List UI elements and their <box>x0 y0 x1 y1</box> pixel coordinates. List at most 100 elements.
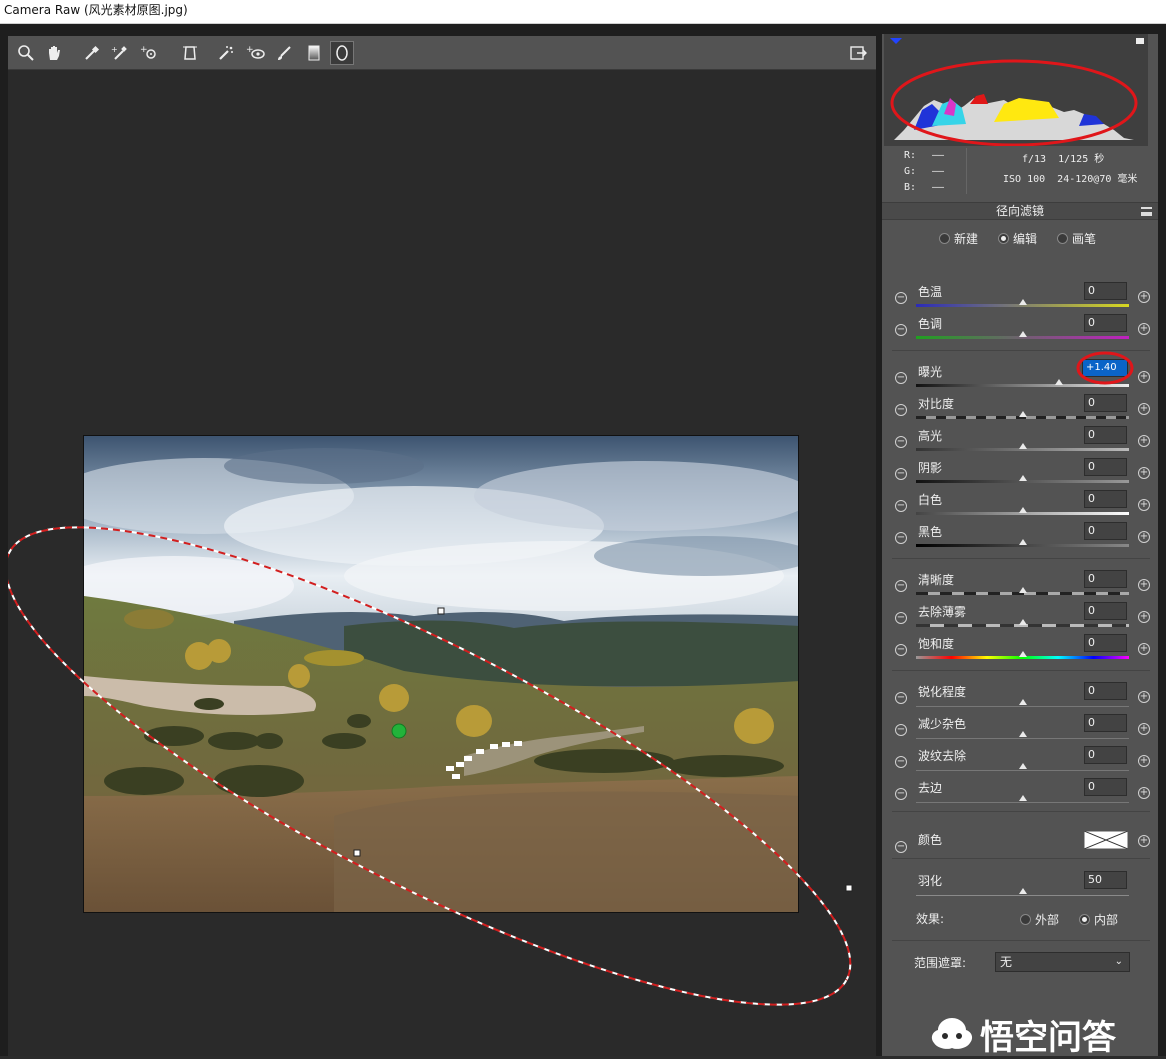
slider-label: 白色 <box>918 493 943 507</box>
increase-icon[interactable]: + <box>1138 499 1150 511</box>
mode-brush-label: 画笔 <box>1072 232 1097 246</box>
slider-label: 高光 <box>918 429 943 443</box>
increase-icon[interactable]: + <box>1138 531 1150 543</box>
slider-thumb[interactable] <box>1018 731 1027 737</box>
slider-thumb[interactable] <box>1018 651 1027 657</box>
increase-icon[interactable]: + <box>1138 691 1150 703</box>
decrease-icon[interactable]: − <box>895 404 907 416</box>
slider-row: − 白色 0 + <box>882 490 1158 520</box>
decrease-icon[interactable]: − <box>895 724 907 736</box>
color-swatch[interactable] <box>1084 831 1128 849</box>
slider-thumb[interactable] <box>1018 507 1027 513</box>
slider-value[interactable]: 0 <box>1084 682 1127 700</box>
slider-thumb[interactable] <box>1018 299 1027 305</box>
mode-edit[interactable]: 编辑 <box>998 230 1037 247</box>
increase-icon[interactable]: + <box>1138 291 1150 303</box>
effect-outside-radio[interactable] <box>1020 914 1031 925</box>
increase-icon[interactable]: + <box>1138 611 1150 623</box>
decrease-icon[interactable]: − <box>895 580 907 592</box>
range-mask-select[interactable]: 无 ⌄ <box>995 952 1130 972</box>
effect-inside-radio[interactable] <box>1079 914 1090 925</box>
slider-value[interactable]: 0 <box>1084 714 1127 732</box>
decrease-icon[interactable]: − <box>895 324 907 336</box>
increase-icon[interactable]: + <box>1138 403 1150 415</box>
slider-track[interactable] <box>916 802 1129 803</box>
decrease-icon[interactable]: − <box>895 644 907 656</box>
ellipse-handle[interactable] <box>845 884 853 892</box>
slider-label: 饱和度 <box>918 637 955 651</box>
decrease-icon[interactable]: − <box>895 468 907 480</box>
increase-icon[interactable]: + <box>1138 755 1150 767</box>
slider-value[interactable]: 0 <box>1084 282 1127 300</box>
slider-thumb[interactable] <box>1018 619 1027 625</box>
slider-value[interactable]: 0 <box>1084 458 1127 476</box>
slider-value[interactable]: 0 <box>1084 602 1127 620</box>
mode-new-radio[interactable] <box>939 233 950 244</box>
slider-thumb[interactable] <box>1018 795 1027 801</box>
slider-row: − 锐化程度 0 + <box>882 682 1158 712</box>
slider-thumb[interactable] <box>1018 331 1027 337</box>
increase-icon[interactable]: + <box>1138 323 1150 335</box>
feather-thumb[interactable] <box>1018 888 1027 894</box>
slider-value[interactable]: 0 <box>1084 314 1127 332</box>
increase-icon[interactable]: + <box>1138 723 1150 735</box>
slider-thumb[interactable] <box>1054 379 1063 385</box>
slider-track[interactable] <box>916 770 1129 771</box>
increase-icon[interactable]: + <box>1138 467 1150 479</box>
increase-icon[interactable]: + <box>1138 579 1150 591</box>
decrease-icon[interactable]: − <box>895 500 907 512</box>
slider-thumb[interactable] <box>1018 411 1027 417</box>
mode-brush-radio[interactable] <box>1057 233 1068 244</box>
slider-value[interactable]: 0 <box>1084 426 1127 444</box>
increase-icon[interactable]: + <box>1138 643 1150 655</box>
increase-icon[interactable]: + <box>1138 787 1150 799</box>
decrease-icon[interactable]: − <box>895 612 907 624</box>
increase-icon[interactable]: + <box>1138 371 1150 383</box>
decrease-icon[interactable]: − <box>895 292 907 304</box>
mode-new-label: 新建 <box>954 232 979 246</box>
decrease-icon[interactable]: − <box>895 692 907 704</box>
slider-thumb[interactable] <box>1018 763 1027 769</box>
feather-value[interactable]: 50 <box>1084 871 1127 889</box>
mode-edit-radio[interactable] <box>998 233 1009 244</box>
decrease-icon[interactable]: − <box>895 372 907 384</box>
watermark-text: 悟空问答 <box>980 1017 1116 1058</box>
slider-thumb[interactable] <box>1018 699 1027 705</box>
slider-label: 去除薄雾 <box>918 605 967 619</box>
slider-thumb[interactable] <box>1018 587 1027 593</box>
mode-brush[interactable]: 画笔 <box>1057 230 1096 247</box>
slider-value[interactable]: 0 <box>1084 634 1127 652</box>
image-canvas[interactable]: + + + <box>8 36 876 1056</box>
slider-thumb[interactable] <box>1018 475 1027 481</box>
feather-track[interactable] <box>916 895 1129 896</box>
decrease-icon[interactable]: − <box>895 532 907 544</box>
effect-label: 效果: <box>916 912 945 926</box>
decrease-icon[interactable]: − <box>895 788 907 800</box>
slider-row: − 波纹去除 0 + <box>882 746 1158 776</box>
slider-value[interactable]: 0 <box>1084 394 1127 412</box>
ellipse-handle[interactable] <box>437 607 445 615</box>
color-plus-icon[interactable]: + <box>1138 835 1150 847</box>
slider-thumb[interactable] <box>1018 443 1027 449</box>
ellipse-handle[interactable] <box>353 849 361 857</box>
effect-inside[interactable]: 内部 <box>1079 911 1118 928</box>
slider-value[interactable]: 0 <box>1084 778 1127 796</box>
slider-value[interactable]: 0 <box>1084 522 1127 540</box>
effect-outside[interactable]: 外部 <box>1020 911 1059 928</box>
divider <box>966 148 967 194</box>
radial-filter-overlay[interactable] <box>8 36 876 1056</box>
filter-pin[interactable] <box>391 723 407 739</box>
slider-thumb[interactable] <box>1018 539 1027 545</box>
decrease-icon[interactable]: − <box>895 436 907 448</box>
divider <box>892 858 1150 859</box>
slider-value[interactable]: 0 <box>1084 570 1127 588</box>
increase-icon[interactable]: + <box>1138 435 1150 447</box>
slider-track[interactable] <box>916 738 1129 739</box>
panel-menu-icon[interactable] <box>1141 207 1152 216</box>
slider-value[interactable]: 0 <box>1084 490 1127 508</box>
color-minus-icon[interactable]: − <box>895 841 907 853</box>
mode-new[interactable]: 新建 <box>939 230 978 247</box>
slider-value[interactable]: 0 <box>1084 746 1127 764</box>
slider-track[interactable] <box>916 706 1129 707</box>
decrease-icon[interactable]: − <box>895 756 907 768</box>
